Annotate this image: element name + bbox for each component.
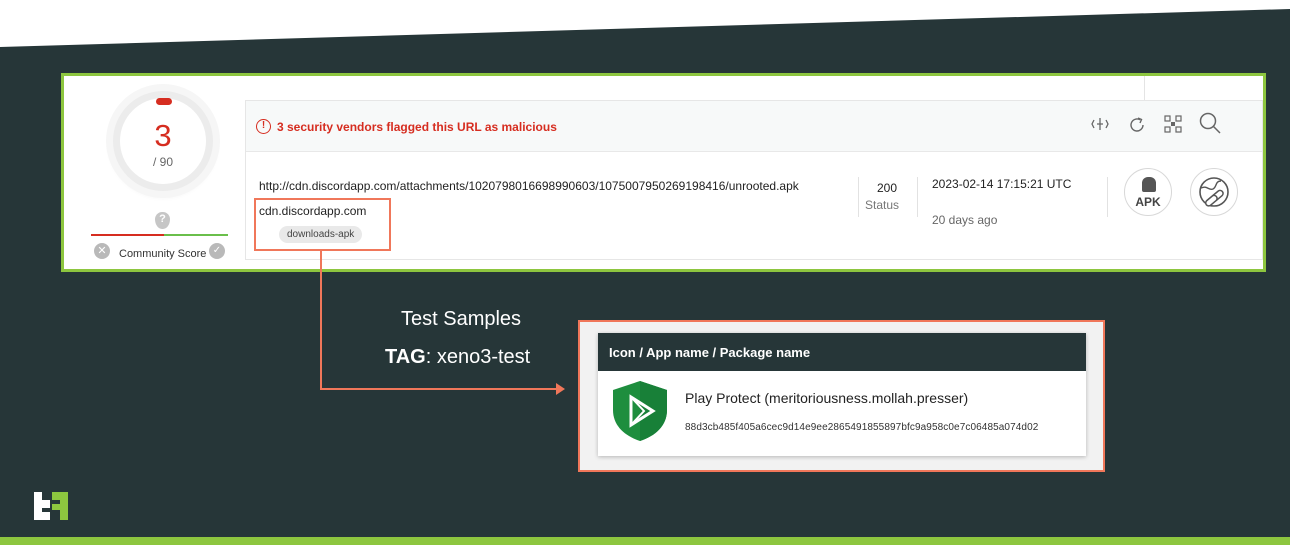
url-report-card: ! 3 security vendors flagged this URL as…: [245, 100, 1263, 260]
vote-harmless-icon[interactable]: ✓: [209, 243, 225, 259]
search-icon[interactable]: [1198, 111, 1222, 135]
virustotal-panel: 3 / 90 ? ✕ Community Score ✓ ! 3 securit…: [61, 73, 1266, 272]
app-sha256[interactable]: 88d3cb485f405a6cec9d14e9ee2865491855897b…: [685, 422, 1038, 433]
graph-icon[interactable]: [1164, 115, 1182, 133]
play-protect-icon: [613, 381, 667, 441]
domain-highlight-box: [254, 198, 391, 251]
connector-line: [320, 251, 322, 390]
detection-banner: ! 3 security vendors flagged this URL as…: [246, 101, 1262, 152]
annotation-tag-value: : xeno3-test: [425, 346, 531, 368]
question-icon[interactable]: ?: [155, 212, 170, 229]
http-status-code: 200: [877, 181, 898, 195]
apk-file-icon[interactable]: APK: [1124, 168, 1172, 216]
globe-link-glyph: [1199, 177, 1229, 207]
detection-score: 3: [154, 118, 172, 153]
sample-highlight-frame: Icon / App name / Package name Play Prot…: [578, 320, 1105, 472]
vote-harmful-icon[interactable]: ✕: [94, 243, 110, 259]
column-divider: [917, 177, 918, 217]
sample-table-header-text: Icon / App name / Package name: [609, 345, 811, 360]
compare-icon[interactable]: [1091, 115, 1109, 133]
app-name[interactable]: Play Protect (meritoriousness.mollah.pre…: [685, 390, 968, 406]
detection-total: / 90: [152, 155, 173, 169]
annotation-tag: TAG: xeno3-test: [385, 346, 530, 369]
link-globe-icon[interactable]: [1190, 168, 1238, 216]
connector-line: [320, 388, 558, 390]
annotation-tag-key: TAG: [385, 346, 426, 368]
android-icon: [1142, 177, 1156, 192]
column-divider: [1107, 177, 1108, 217]
detection-score-arc: [156, 98, 172, 105]
analysis-date: 2023-02-14 17:15:21 UTC: [932, 177, 1072, 191]
http-status-label: Status: [865, 198, 900, 212]
column-divider: [858, 177, 859, 217]
connector-arrowhead: [556, 383, 565, 395]
annotation-title: Test Samples: [401, 308, 522, 330]
community-bar-positive: [164, 234, 228, 236]
alert-icon: !: [256, 119, 271, 134]
community-bar-negative: [91, 234, 164, 236]
detection-banner-text: 3 security vendors flagged this URL as m…: [277, 120, 557, 134]
sample-table-header: Icon / App name / Package name: [598, 333, 1086, 371]
community-score-label: Community Score: [119, 248, 207, 260]
sample-card: Icon / App name / Package name Play Prot…: [598, 333, 1086, 456]
analysis-relative-date: 20 days ago: [932, 213, 998, 227]
bottom-accent-bar: [0, 537, 1290, 545]
brand-logo-icon: [34, 492, 68, 520]
top-banner-shape: [0, 0, 1290, 47]
apk-icon-label: APK: [1135, 195, 1161, 209]
reanalyze-icon[interactable]: [1127, 115, 1147, 135]
scanned-url[interactable]: http://cdn.discordapp.com/attachments/10…: [259, 179, 799, 193]
